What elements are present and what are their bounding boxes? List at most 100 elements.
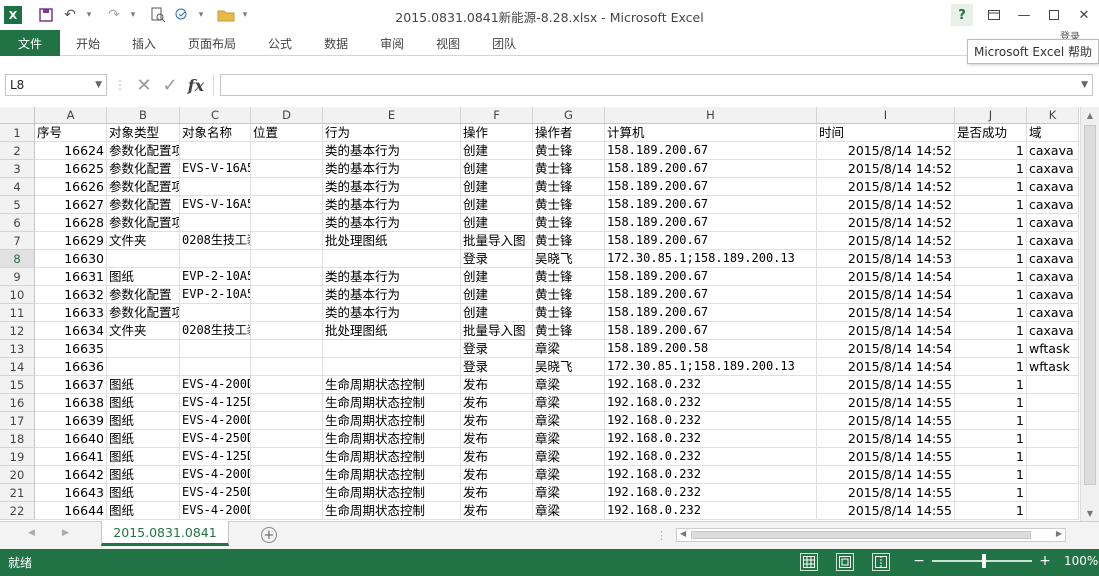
zoom-level[interactable]: 100% (1064, 554, 1098, 568)
cell[interactable]: 2015/8/14 14:54 (817, 322, 955, 340)
cell[interactable]: 2015/8/14 14:54 (817, 268, 955, 286)
cell[interactable]: EVS-4-250D9-WSXC-3 (180, 430, 251, 448)
column-header[interactable]: B (107, 107, 180, 124)
cell[interactable] (251, 376, 323, 394)
cell[interactable]: 生命周期状态控制 (323, 412, 461, 430)
cell[interactable]: 参数化配置项 (107, 214, 180, 232)
close-icon[interactable]: ✕ (1069, 0, 1099, 30)
cell[interactable]: 发布 (461, 484, 533, 502)
cell[interactable]: 对象类型 (107, 124, 180, 142)
cell[interactable]: 1 (955, 358, 1027, 376)
page-layout-view-icon[interactable] (836, 553, 854, 571)
cell[interactable]: 172.30.85.1;158.189.200.13 (605, 358, 817, 376)
add-sheet-icon[interactable]: + (261, 527, 277, 543)
cell[interactable]: 192.168.0.232 (605, 376, 817, 394)
cell[interactable]: 黄士锋 (533, 232, 605, 250)
cell[interactable]: EVS-4-250D9-WSXC-3 (180, 484, 251, 502)
spelling-icon[interactable] (172, 4, 192, 26)
cell[interactable]: 158.189.200.58 (605, 340, 817, 358)
cell[interactable]: 1 (955, 286, 1027, 304)
cell[interactable]: 158.189.200.67 (605, 142, 817, 160)
cell[interactable]: 生命周期状态控制 (323, 484, 461, 502)
cell[interactable]: 黄士锋 (533, 178, 605, 196)
cell[interactable]: 2015/8/14 14:55 (817, 502, 955, 520)
cell[interactable] (107, 340, 180, 358)
cell[interactable]: 192.168.0.232 (605, 448, 817, 466)
cell[interactable]: 图纸 (107, 484, 180, 502)
cell[interactable] (107, 358, 180, 376)
scroll-up-icon[interactable]: ▲ (1081, 107, 1099, 123)
ribbon-tab[interactable]: 视图 (420, 30, 476, 56)
cell[interactable]: 操作者 (533, 124, 605, 142)
cell[interactable]: caxava (1027, 196, 1079, 214)
maximize-icon[interactable] (1039, 0, 1069, 30)
cell[interactable]: 参数化配置 (107, 286, 180, 304)
cell[interactable]: 章梁 (533, 448, 605, 466)
cell[interactable]: 生命周期状态控制 (323, 466, 461, 484)
open-folder-icon[interactable] (216, 4, 236, 26)
cell[interactable]: 图纸 (107, 430, 180, 448)
sheet-next-icon[interactable]: ▶ (62, 528, 69, 538)
column-header[interactable]: H (605, 107, 817, 124)
cell[interactable]: 位置 (251, 124, 323, 142)
cell[interactable] (251, 178, 323, 196)
row-header[interactable]: 1 (0, 124, 35, 142)
cell[interactable]: 发布 (461, 502, 533, 520)
enter-icon[interactable]: ✓ (159, 74, 181, 96)
cell[interactable]: 生命周期状态控制 (323, 376, 461, 394)
cell[interactable]: 16633 (35, 304, 107, 322)
row-header[interactable]: 6 (0, 214, 35, 232)
cell[interactable]: 黄士锋 (533, 322, 605, 340)
horizontal-scrollbar[interactable]: ◀ ▶ (676, 528, 1066, 542)
cell[interactable]: 1 (955, 196, 1027, 214)
cell[interactable]: 黄士锋 (533, 160, 605, 178)
cell[interactable] (251, 358, 323, 376)
cell[interactable]: 0208生技工装图样 (180, 322, 251, 340)
cell[interactable]: 计算机 (605, 124, 817, 142)
cell[interactable]: 登录 (461, 358, 533, 376)
cell[interactable]: 批量导入图 (461, 232, 533, 250)
cell[interactable]: 158.189.200.67 (605, 178, 817, 196)
cell[interactable]: 创建 (461, 286, 533, 304)
cell[interactable]: wftask (1027, 358, 1079, 376)
name-box[interactable]: L8 ▼ (5, 74, 107, 96)
cell[interactable] (251, 448, 323, 466)
cell[interactable]: caxava (1027, 268, 1079, 286)
row-header[interactable]: 4 (0, 178, 35, 196)
cell[interactable] (180, 304, 251, 322)
expand-formula-icon[interactable]: ▼ (1081, 80, 1088, 90)
cell[interactable] (1027, 502, 1079, 520)
worksheet-grid[interactable]: ABCDEFGHIJK 1 2 3 4 5 6 7 8 9 10 11 12 13 14 15 16 17 18 1… (0, 107, 1080, 521)
ribbon-tab[interactable]: 页面布局 (172, 30, 252, 56)
column-header[interactable]: J (955, 107, 1027, 124)
column-header[interactable]: F (461, 107, 533, 124)
row-header[interactable]: 22 (0, 502, 35, 520)
row-header[interactable]: 13 (0, 340, 35, 358)
sheet-prev-icon[interactable]: ◀ (28, 528, 35, 538)
cell[interactable]: 图纸 (107, 268, 180, 286)
cell[interactable]: EVS-4-200D9-WSXC-5 (180, 466, 251, 484)
column-header[interactable]: E (323, 107, 461, 124)
ribbon-tab[interactable]: 开始 (60, 30, 116, 56)
cell[interactable] (251, 466, 323, 484)
cell[interactable]: 16640 (35, 430, 107, 448)
cell[interactable]: 16632 (35, 286, 107, 304)
cell[interactable]: 章梁 (533, 394, 605, 412)
zoom-in-icon[interactable]: + (1038, 553, 1052, 569)
row-header[interactable]: 10 (0, 286, 35, 304)
print-preview-icon[interactable] (148, 4, 168, 26)
cell[interactable]: 2015/8/14 14:55 (817, 394, 955, 412)
column-header[interactable]: C (180, 107, 251, 124)
cell[interactable]: 16639 (35, 412, 107, 430)
ribbon-display-options-icon[interactable] (979, 0, 1009, 30)
cell[interactable]: 参数化配置项 (107, 142, 180, 160)
cell[interactable]: 创建 (461, 304, 533, 322)
cell[interactable]: caxava (1027, 142, 1079, 160)
row-header[interactable]: 19 (0, 448, 35, 466)
cell[interactable]: 对象名称 (180, 124, 251, 142)
cell[interactable]: 1 (955, 448, 1027, 466)
horizontal-scroll-thumb[interactable] (691, 531, 1031, 539)
spelling-dropdown-icon[interactable]: ▾ (196, 4, 206, 26)
cell[interactable]: 158.189.200.67 (605, 160, 817, 178)
ribbon-tab[interactable]: 公式 (252, 30, 308, 56)
